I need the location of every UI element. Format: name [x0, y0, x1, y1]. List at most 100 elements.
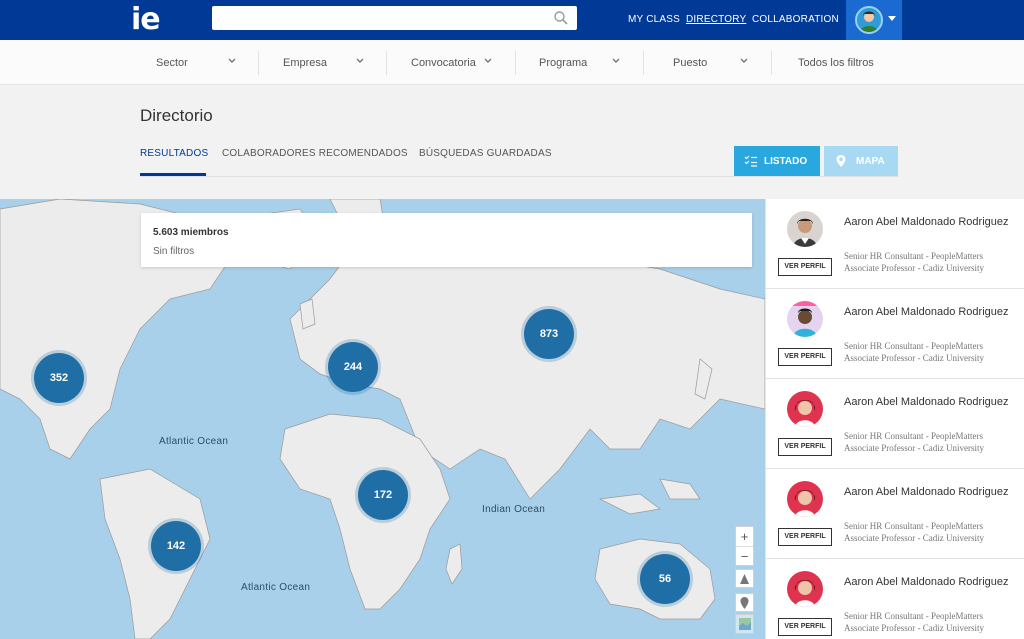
member-roles: Senior HR Consultant - PeopleMatters Asso…	[844, 340, 984, 364]
list-view-button[interactable]: LISTADO	[734, 146, 820, 176]
view-profile-button[interactable]: VER PERFIL	[778, 438, 832, 456]
search-box[interactable]	[212, 6, 577, 30]
chevron-down-icon	[612, 58, 620, 63]
divider	[140, 176, 898, 177]
list-item[interactable]: Aaron Abel Maldonado Rodriguez Senior HR…	[766, 199, 1024, 289]
search-icon[interactable]	[553, 10, 569, 26]
filter-label: Puesto	[673, 57, 708, 69]
list-icon	[744, 155, 757, 167]
user-menu-button[interactable]	[846, 0, 902, 40]
user-avatar-icon	[860, 11, 878, 32]
active-filters-text: Sin filtros	[153, 246, 195, 257]
zoom-in-button[interactable]: +	[736, 527, 753, 546]
tab-colaboradores-recomendados[interactable]: COLABORADORES RECOMENDADOS	[222, 148, 408, 159]
ocean-label: Atlantic Ocean	[241, 582, 311, 593]
person-portrait-icon	[787, 391, 823, 427]
view-profile-button[interactable]: VER PERFIL	[778, 258, 832, 276]
member-name[interactable]: Aaron Abel Maldonado Rodriguez	[844, 575, 1014, 590]
role-line: Senior HR Consultant - PeopleMatters	[844, 251, 983, 261]
filter-label: Programa	[539, 57, 588, 69]
ocean-label: Atlantic Ocean	[159, 436, 229, 447]
nav-directory[interactable]: DIRECTORY	[686, 14, 746, 25]
map-cluster-europe[interactable]: 244	[328, 342, 378, 392]
member-name[interactable]: Aaron Abel Maldonado Rodriguez	[844, 395, 1014, 410]
all-filters-button[interactable]: Todos los filtros	[781, 50, 891, 75]
list-item[interactable]: Aaron Abel Maldonado Rodriguez Senior HR…	[766, 289, 1024, 379]
role-line: Associate Professor - Cadiz University	[844, 263, 984, 273]
member-name[interactable]: Aaron Abel Maldonado Rodriguez	[844, 485, 1014, 500]
person-portrait-icon	[787, 571, 823, 607]
filter-label: Convocatoria	[411, 57, 476, 69]
map-view-button[interactable]: MAPA	[824, 146, 898, 176]
filter-label: Todos los filtros	[798, 57, 874, 69]
role-line: Senior HR Consultant - PeopleMatters	[844, 431, 983, 441]
list-item[interactable]: Aaron Abel Maldonado Rodriguez Senior HR…	[766, 379, 1024, 469]
caret-down-icon	[888, 16, 896, 21]
person-portrait-icon	[787, 481, 823, 517]
map-cluster-africa[interactable]: 172	[358, 470, 408, 520]
member-roles: Senior HR Consultant - PeopleMatters Asso…	[844, 610, 984, 634]
world-map[interactable]: 5.603 miembros Sin filtros Atlantic Ocea…	[0, 199, 765, 639]
map-cluster-south-america[interactable]: 142	[151, 521, 201, 571]
member-name[interactable]: Aaron Abel Maldonado Rodriguez	[844, 305, 1014, 320]
chevron-down-icon	[228, 58, 236, 63]
map-cluster-asia[interactable]: 873	[524, 309, 574, 359]
nav-my-class[interactable]: MY CLASS	[628, 14, 680, 25]
zoom-out-button[interactable]: −	[736, 546, 753, 565]
map-view-label: MAPA	[856, 156, 885, 167]
person-portrait-icon	[787, 301, 823, 337]
filter-convocatoria[interactable]: Convocatoria	[396, 50, 506, 75]
tab-busquedas-guardadas[interactable]: BÚSQUEDAS GUARDADAS	[419, 148, 552, 159]
list-view-label: LISTADO	[764, 156, 808, 167]
divider	[643, 51, 644, 75]
profile-photo	[787, 391, 823, 427]
map-cluster-oceania[interactable]: 56	[640, 554, 690, 604]
role-line: Senior HR Consultant - PeopleMatters	[844, 341, 983, 351]
filter-sector[interactable]: Sector	[140, 50, 240, 75]
map-cluster-north-america[interactable]: 352	[34, 353, 84, 403]
view-profile-button[interactable]: VER PERFIL	[778, 618, 832, 636]
nav-collaboration[interactable]: COLLABORATION	[752, 14, 839, 25]
page-title: Directorio	[140, 106, 213, 125]
chevron-down-icon	[740, 58, 748, 63]
filter-bar: Sector Empresa Convocatoria Programa Pue…	[0, 40, 1024, 85]
role-line: Associate Professor - Cadiz University	[844, 443, 984, 453]
compass-control[interactable]	[735, 569, 754, 588]
member-name[interactable]: Aaron Abel Maldonado Rodriguez	[844, 215, 1014, 230]
member-count: 5.603 miembros	[153, 227, 229, 238]
role-line: Senior HR Consultant - PeopleMatters	[844, 611, 983, 621]
list-item[interactable]: Aaron Abel Maldonado Rodriguez Senior HR…	[766, 559, 1024, 639]
ie-logo[interactable]: ie	[131, 4, 161, 36]
ocean-label: Indian Ocean	[482, 504, 546, 515]
list-item[interactable]: Aaron Abel Maldonado Rodriguez Senior HR…	[766, 469, 1024, 559]
location-pin-icon	[740, 597, 749, 609]
filter-programa[interactable]: Programa	[525, 50, 625, 75]
view-profile-button[interactable]: VER PERFIL	[778, 348, 832, 366]
member-roles: Senior HR Consultant - PeopleMatters Asso…	[844, 520, 984, 544]
chevron-down-icon	[484, 58, 492, 63]
results-summary-card: 5.603 miembros Sin filtros	[141, 213, 752, 267]
divider	[386, 51, 387, 75]
profile-photo	[787, 481, 823, 517]
search-input[interactable]	[220, 9, 540, 27]
view-profile-button[interactable]: VER PERFIL	[778, 528, 832, 546]
map-layer-toggle[interactable]	[735, 614, 754, 634]
chevron-down-icon	[356, 58, 364, 63]
map-pin-icon	[836, 155, 846, 167]
divider	[515, 51, 516, 75]
role-line: Senior HR Consultant - PeopleMatters	[844, 521, 983, 531]
top-bar: ie MY CLASS DIRECTORY COLLABORATION	[0, 0, 1024, 40]
filter-label: Empresa	[283, 57, 328, 69]
filter-empresa[interactable]: Empresa	[268, 50, 368, 75]
role-line: Associate Professor - Cadiz University	[844, 623, 984, 633]
filter-puesto[interactable]: Puesto	[653, 50, 753, 75]
member-roles: Senior HR Consultant - PeopleMatters Asso…	[844, 250, 984, 274]
profile-photo	[787, 571, 823, 607]
person-portrait-icon	[787, 211, 823, 247]
tab-resultados[interactable]: RESULTADOS	[140, 148, 208, 159]
compass-icon	[740, 574, 749, 584]
locate-control[interactable]	[735, 593, 754, 612]
role-line: Associate Professor - Cadiz University	[844, 353, 984, 363]
divider	[771, 51, 772, 75]
member-roles: Senior HR Consultant - PeopleMatters Asso…	[844, 430, 984, 454]
